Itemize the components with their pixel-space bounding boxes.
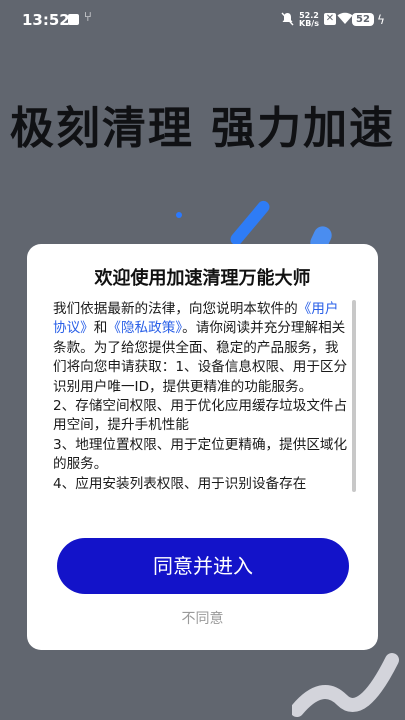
permission-item-4: 4、应用安装列表权限、用于识别设备存在 — [53, 475, 307, 492]
wifi-icon — [337, 12, 353, 24]
permission-item-2: 2、存储空间权限、用于优化应用缓存垃圾文件占用空间，提升手机性能 — [53, 398, 348, 434]
app-notification-icon — [68, 14, 79, 25]
and-text: 和 — [93, 320, 108, 337]
privacy-dialog: 欢迎使用加速清理万能大师 我们依据最新的法律，向您说明本软件的《用户协议》和《隐… — [27, 244, 378, 650]
privacy-policy-link[interactable]: 《隐私政策》 — [107, 320, 182, 336]
network-speed-unit: KB/s — [299, 19, 319, 28]
sim-icon: ✕ — [324, 13, 336, 25]
agree-button[interactable]: 同意并进入 — [57, 538, 349, 594]
battery-icon: 52 — [352, 13, 374, 26]
charging-icon: ϟ — [377, 13, 385, 27]
dialog-body[interactable]: 我们依据最新的法律，向您说明本软件的《用户协议》和《隐私政策》。请你阅读并充分理… — [53, 300, 349, 514]
scrollbar-thumb[interactable] — [352, 300, 356, 492]
permission-item-3: 3、地理位置权限、用于定位更精确，提供区域化的服务。 — [53, 436, 348, 473]
usb-icon: ⑂ — [84, 10, 92, 25]
dialog-title: 欢迎使用加速清理万能大师 — [94, 268, 311, 289]
status-time: 13:52 — [22, 11, 70, 29]
disagree-button[interactable]: 不同意 — [27, 608, 378, 628]
network-speed: 52.2 KB/s — [299, 12, 319, 28]
body-intro: 我们依据最新的法律，向您说明本软件的 — [53, 301, 298, 317]
mute-icon — [281, 12, 294, 26]
status-bar: 13:52 ⑂ 52.2 KB/s ✕ 52 ϟ — [0, 0, 405, 40]
decor-bar — [228, 198, 272, 248]
hero-title: 极刻清理 强力加速 — [9, 103, 396, 154]
dialog-paragraph: 我们依据最新的法律，向您说明本软件的《用户协议》和《隐私政策》。请你阅读并充分理… — [53, 300, 349, 397]
decor-dot — [176, 212, 182, 218]
